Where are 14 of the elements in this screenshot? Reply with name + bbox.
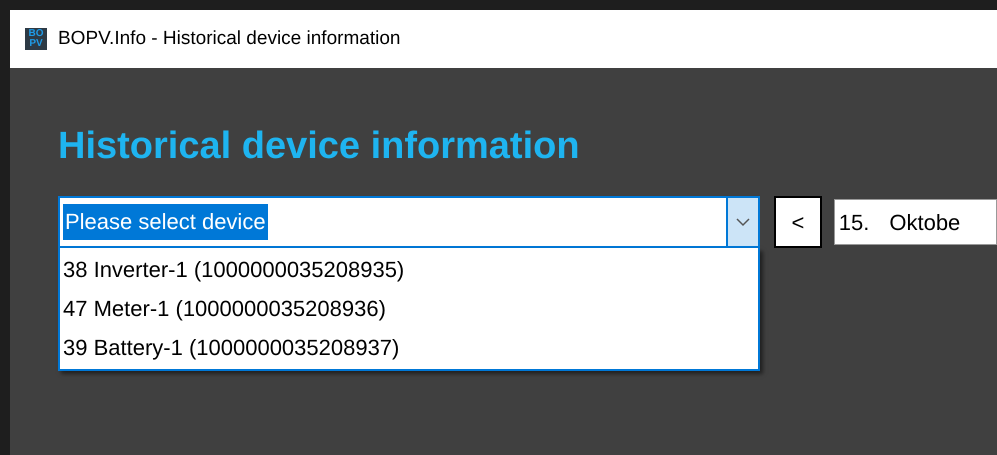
dropdown-arrow-button[interactable] [726, 198, 758, 246]
page-heading: Historical device information [58, 124, 581, 168]
date-month: Oktobe [889, 208, 960, 236]
dropdown-option[interactable]: 38 Inverter-1 (1000000035208935) [60, 250, 758, 289]
previous-button[interactable]: < [774, 196, 822, 248]
dropdown-option[interactable]: 39 Battery-1 (1000000035208937) [60, 328, 758, 367]
chevron-down-icon [736, 218, 750, 226]
date-field[interactable]: 15. Oktobe [834, 199, 997, 245]
selected-value: Please select device [63, 204, 268, 240]
app-logo-icon: BO PV [25, 28, 47, 50]
dropdown-option[interactable]: 47 Meter-1 (1000000035208936) [60, 289, 758, 328]
window-title: BOPV.Info - Historical device information [58, 26, 401, 51]
device-select[interactable]: Please select device [58, 196, 760, 248]
date-day: 15. [838, 206, 870, 238]
